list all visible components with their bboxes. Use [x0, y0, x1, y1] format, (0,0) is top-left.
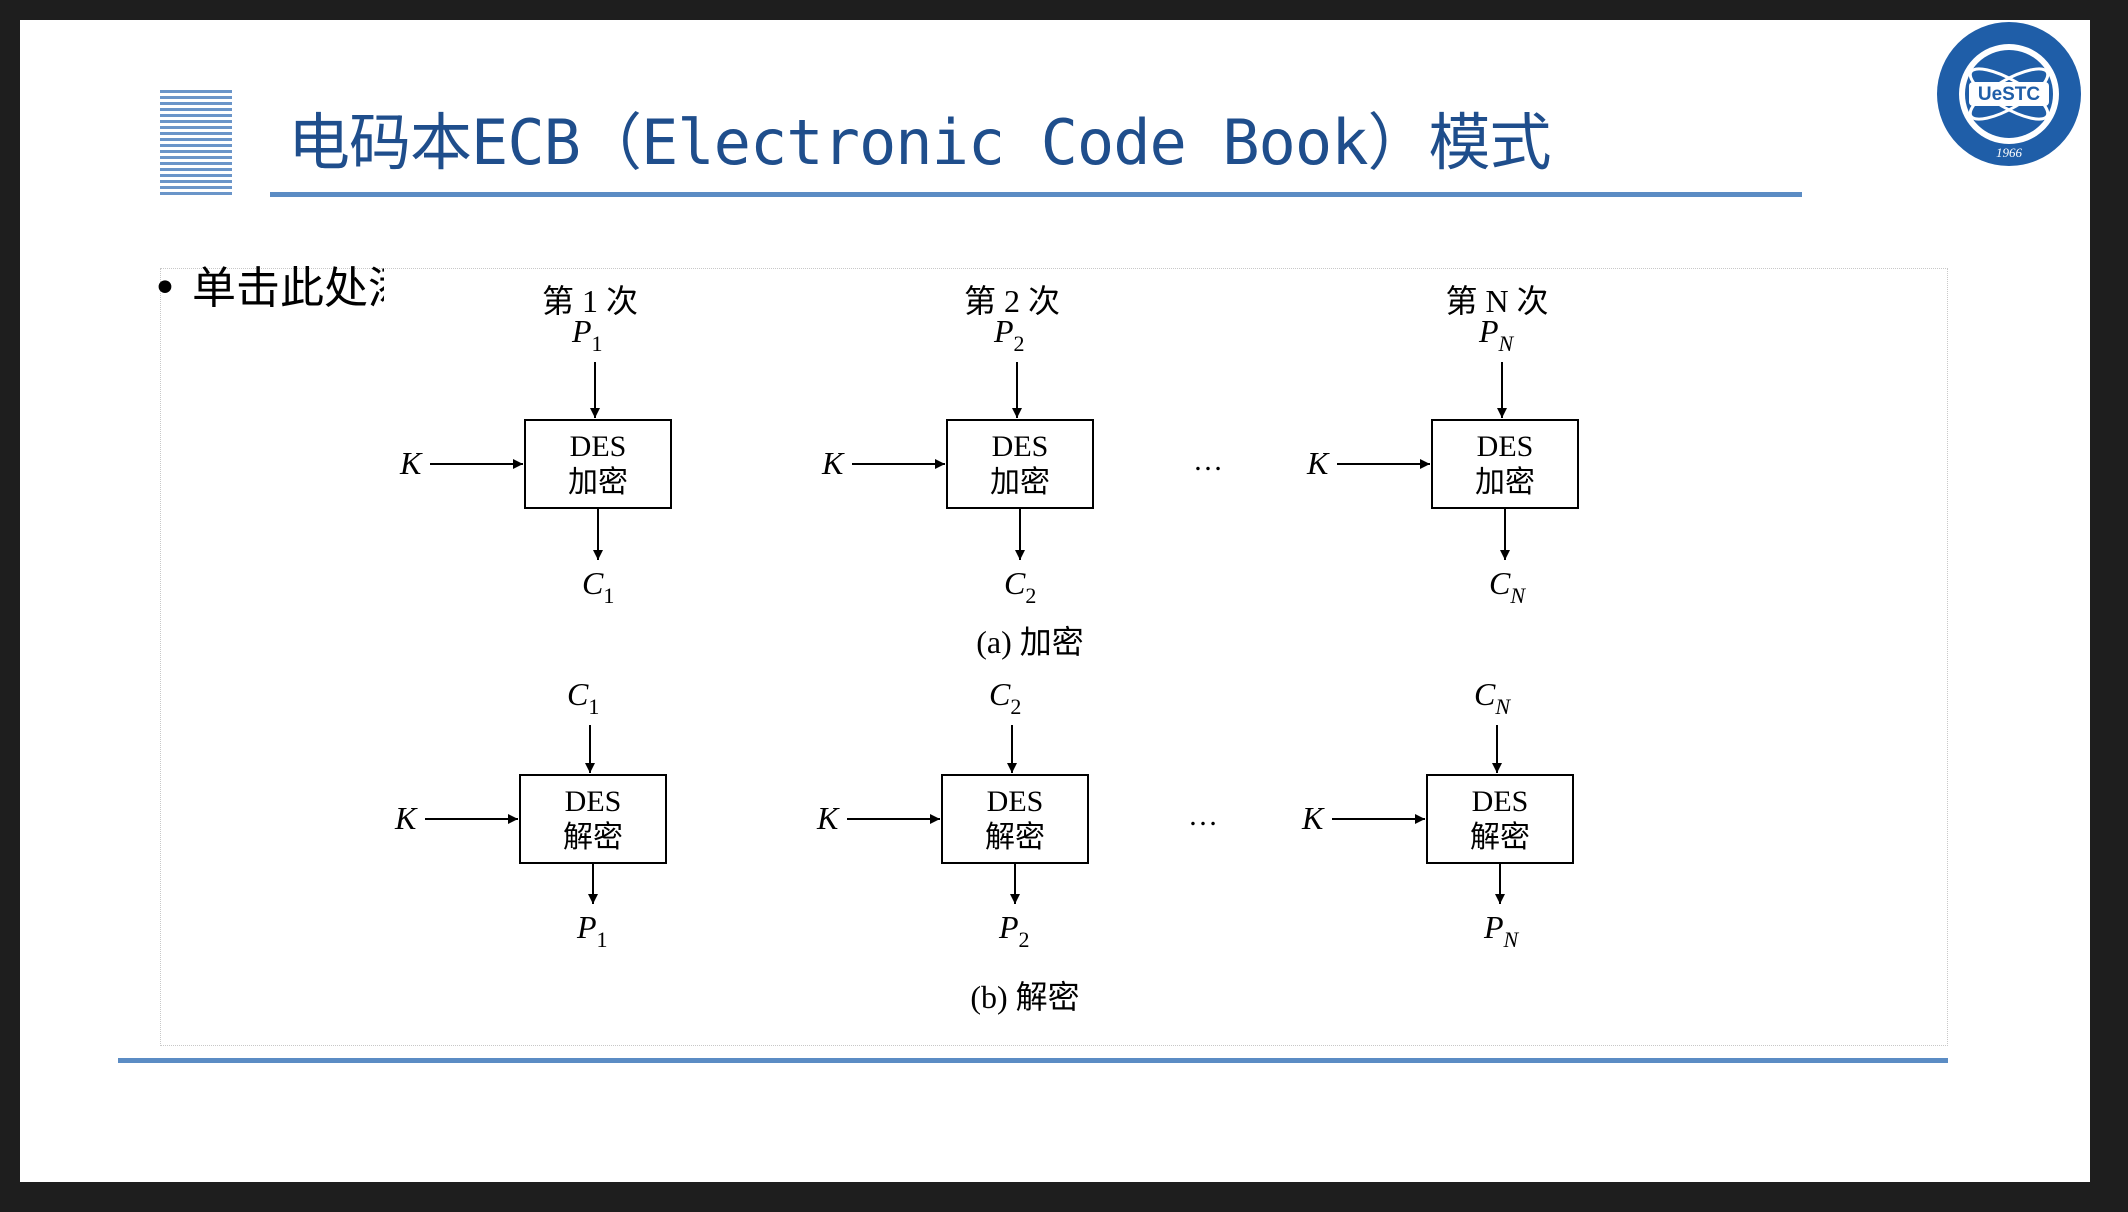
decrypt-output-3: PN — [1483, 909, 1520, 952]
ecb-diagram: 第 1 次P1DES加密KC1第 2 次P2DES加密KC2第 N 次PNDES… — [394, 283, 1579, 1015]
decrypt-output-1-sub: 1 — [597, 927, 608, 952]
decrypt-key-1: K — [394, 800, 418, 836]
decrypt-output-1-base: P — [576, 909, 597, 945]
encrypt-input-2: P2 — [993, 313, 1025, 356]
decrypt-box-line2-2: 解密 — [985, 821, 1045, 854]
decrypt-output-3-sub: N — [1503, 927, 1520, 952]
encrypt-box-line2-2: 加密 — [990, 466, 1050, 499]
encrypt-output-1-base: C — [582, 565, 604, 601]
decrypt-output-2-base: P — [998, 909, 1019, 945]
decrypt-input-2-sub: 2 — [1010, 694, 1021, 719]
encrypt-output-1-sub: 1 — [603, 583, 614, 608]
encrypt-output-2-base: C — [1004, 565, 1026, 601]
decrypt-output-2: P2 — [998, 909, 1030, 952]
bottom-rule — [118, 1058, 1948, 1063]
encrypt-key-3: K — [1306, 445, 1330, 481]
decrypt-box-line2-1: 解密 — [563, 821, 623, 854]
encrypt-ellipsis: … — [1193, 444, 1223, 477]
decrypt-ellipsis: … — [1188, 799, 1218, 832]
decrypt-key-2: K — [816, 800, 840, 836]
encrypt-output-1: C1 — [582, 565, 614, 608]
decrypt-output-1: P1 — [576, 909, 608, 952]
decrypt-output-3-base: P — [1483, 909, 1504, 945]
encrypt-input-1: P1 — [571, 313, 603, 356]
decrypt-input-3: CN — [1474, 676, 1511, 719]
encrypt-box-line1-1: DES — [570, 430, 627, 463]
decrypt-box-line1-3: DES — [1472, 785, 1529, 818]
encrypt-input-2-sub: 2 — [1014, 331, 1025, 356]
decrypt-box-line2-3: 解密 — [1470, 821, 1530, 854]
encrypt-input-3: PN — [1478, 313, 1515, 356]
decrypt-input-3-base: C — [1474, 676, 1496, 712]
encrypt-output-2-sub: 2 — [1025, 583, 1036, 608]
encrypt-output-2: C2 — [1004, 565, 1036, 608]
encrypt-box-line1-3: DES — [1477, 430, 1534, 463]
encrypt-box-line1-2: DES — [992, 430, 1049, 463]
decrypt-caption: (b) 解密 — [970, 979, 1079, 1015]
decrypt-output-2-sub: 2 — [1019, 927, 1030, 952]
encrypt-input-3-base: P — [1478, 313, 1499, 349]
decrypt-box-line1-2: DES — [987, 785, 1044, 818]
decrypt-input-2: C2 — [989, 676, 1021, 719]
decrypt-input-1-sub: 1 — [588, 694, 599, 719]
decrypt-input-2-base: C — [989, 676, 1011, 712]
encrypt-output-3-sub: N — [1509, 583, 1526, 608]
decrypt-input-1-base: C — [567, 676, 589, 712]
encrypt-input-2-base: P — [993, 313, 1014, 349]
encrypt-box-line2-1: 加密 — [568, 466, 628, 499]
decrypt-input-1: C1 — [567, 676, 599, 719]
encrypt-input-3-sub: N — [1498, 331, 1515, 356]
encrypt-key-1: K — [399, 445, 423, 481]
decrypt-box-line1-1: DES — [565, 785, 622, 818]
encrypt-output-3-base: C — [1489, 565, 1511, 601]
encrypt-key-2: K — [821, 445, 845, 481]
encrypt-box-line2-3: 加密 — [1475, 466, 1535, 499]
encrypt-caption: (a) 加密 — [976, 624, 1084, 660]
decrypt-key-3: K — [1301, 800, 1325, 836]
encrypt-output-3: CN — [1489, 565, 1526, 608]
decrypt-input-3-sub: N — [1494, 694, 1511, 719]
encrypt-input-1-base: P — [571, 313, 592, 349]
encrypt-input-1-sub: 1 — [592, 331, 603, 356]
